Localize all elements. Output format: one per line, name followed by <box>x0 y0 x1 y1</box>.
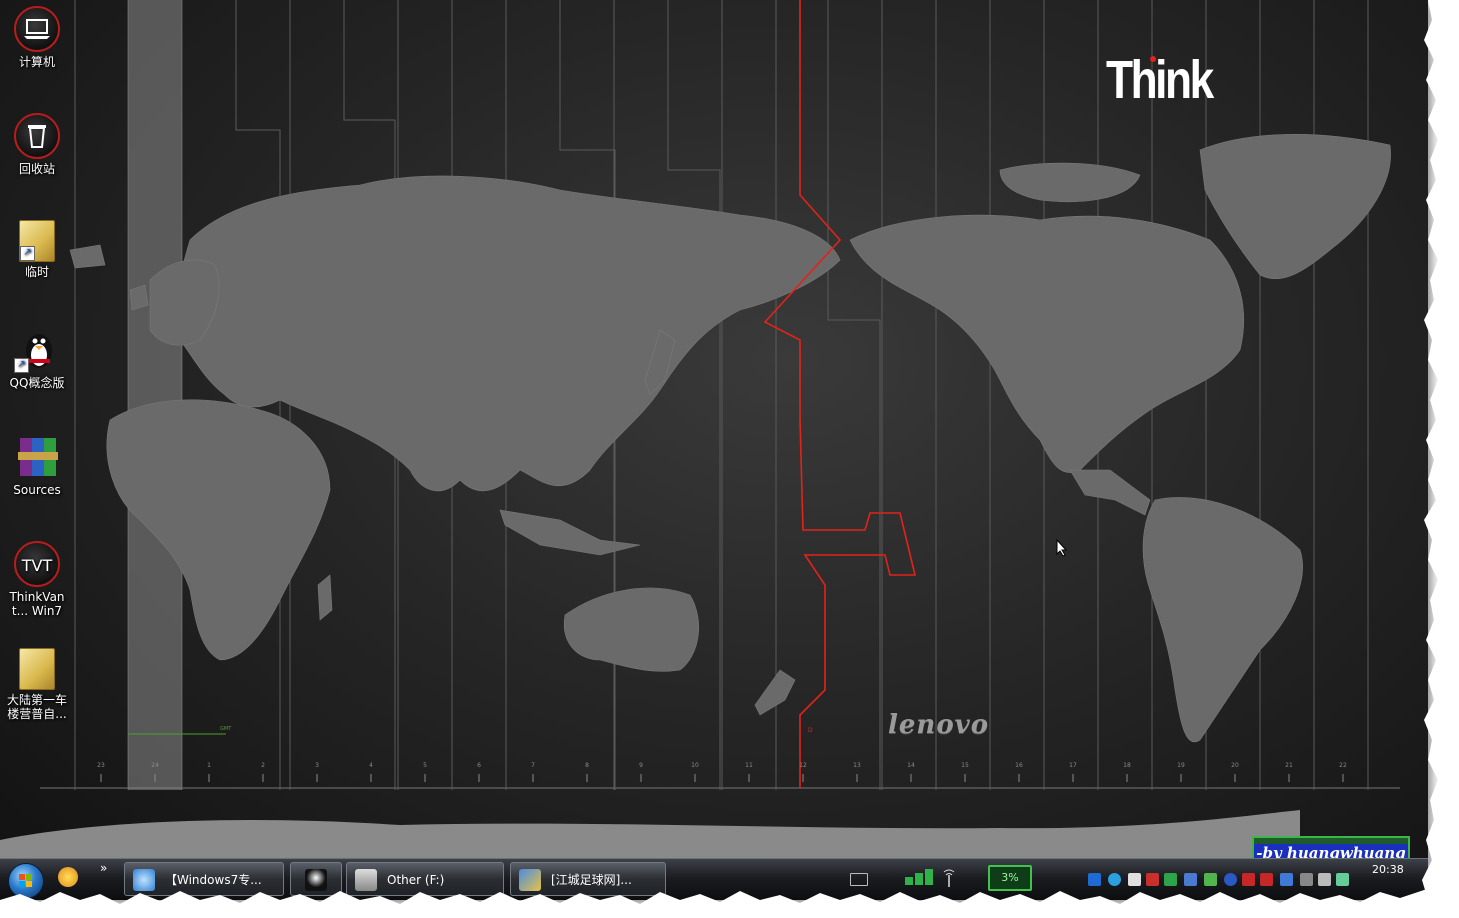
timezone-label: 20 <box>1231 762 1239 769</box>
quick-launch-more-button[interactable]: » <box>100 861 107 875</box>
timezone-label: 10 <box>691 762 699 769</box>
gmt-label: GMT <box>220 726 232 732</box>
shortcut-arrow-icon: ↗ <box>20 246 35 261</box>
desktop: 23 24 1 2 3 4 5 6 7 8 9 10 11 12 13 14 15 16 17 18 19 20 21 22 … <box>0 0 1428 900</box>
timezone-label: 1 <box>207 762 211 769</box>
desktop-icon-thinkvantage[interactable]: TVT ThinkVant... Win7 <box>4 541 70 618</box>
timezone-label: 21 <box>1285 762 1293 769</box>
svg-text:TVT: TVT <box>21 556 53 575</box>
desktop-icon-label: 计算机 <box>18 55 55 69</box>
winrar-books-icon <box>14 434 60 480</box>
timezone-label: 24 <box>151 762 159 769</box>
desktop-icon-temp-folder[interactable]: ↗ 临时 <box>4 220 70 279</box>
date-line <box>763 0 917 788</box>
desktop-icon-computer[interactable]: 计算机 <box>4 6 70 69</box>
continents <box>69 134 1391 743</box>
desktop-icon-car-folder[interactable]: 大陆第一车 楼营普自... <box>4 648 70 721</box>
recycle-bin-icon <box>14 113 60 159</box>
desktop-icon-sources[interactable]: Sources <box>4 434 70 497</box>
desktop-icon-label: Sources <box>13 483 61 497</box>
timezone-label: 12 <box>799 762 807 769</box>
gmt-band <box>128 0 182 790</box>
think-logo: Think <box>1106 50 1214 110</box>
timezone-label: 15 <box>961 762 969 769</box>
timezone-label: 19 <box>1177 762 1185 769</box>
qq-penguin-icon: ↗ <box>14 327 60 373</box>
folder-icon: ↗ <box>19 220 55 262</box>
desktop-icon-label: 临时 <box>24 265 49 279</box>
torn-edge-decoration <box>1422 0 1459 918</box>
desktop-icon-recycle-bin[interactable]: 回收站 <box>4 113 70 176</box>
antarctica <box>0 810 1300 860</box>
tvt-icon: TVT <box>14 541 60 587</box>
timezone-label: 8 <box>585 762 589 769</box>
world-timezone-map: 23 24 1 2 3 4 5 6 7 8 9 10 11 12 13 14 15 16 17 18 19 20 21 22 … <box>0 0 1400 860</box>
timezone-label: 13 <box>853 762 861 769</box>
desktop-icon-label: 回收站 <box>18 162 55 176</box>
timezone-label: 2 <box>261 762 265 769</box>
timezone-label: 9 <box>639 762 643 769</box>
torn-bottom-decoration <box>0 878 1459 918</box>
taskbar-clock[interactable]: 20:38 <box>1372 863 1404 876</box>
desktop-icon-label: ThinkVant... Win7 <box>9 590 65 618</box>
timezone-label: 18 <box>1123 762 1131 769</box>
timezone-label: 16 <box>1015 762 1023 769</box>
desktop-icon-label: 大陆第一车 楼营普自... <box>6 693 67 721</box>
folder-icon <box>19 648 55 690</box>
desktop-icon-label: QQ概念版 <box>9 376 65 390</box>
desktop-icon-qq[interactable]: ↗ QQ概念版 <box>4 327 70 390</box>
mouse-cursor-icon <box>1056 538 1068 561</box>
timezone-label: 5 <box>423 762 427 769</box>
timezone-label: 4 <box>369 762 373 769</box>
timezone-label: 7 <box>531 762 535 769</box>
timezone-label: 22 <box>1339 762 1347 769</box>
lenovo-logo: lenovo <box>888 710 990 740</box>
timezone-label: 6 <box>477 762 481 769</box>
computer-icon <box>14 6 60 52</box>
dateline-label: D <box>808 727 813 734</box>
shortcut-arrow-icon: ↗ <box>14 358 29 373</box>
timezone-label: 23 <box>97 762 105 769</box>
timezone-label: 3 <box>315 762 319 769</box>
timezone-label: 11 <box>745 762 753 769</box>
think-logo-dot <box>1150 56 1156 62</box>
timezone-label: 14 <box>907 762 915 769</box>
timezone-label: 17 <box>1069 762 1077 769</box>
